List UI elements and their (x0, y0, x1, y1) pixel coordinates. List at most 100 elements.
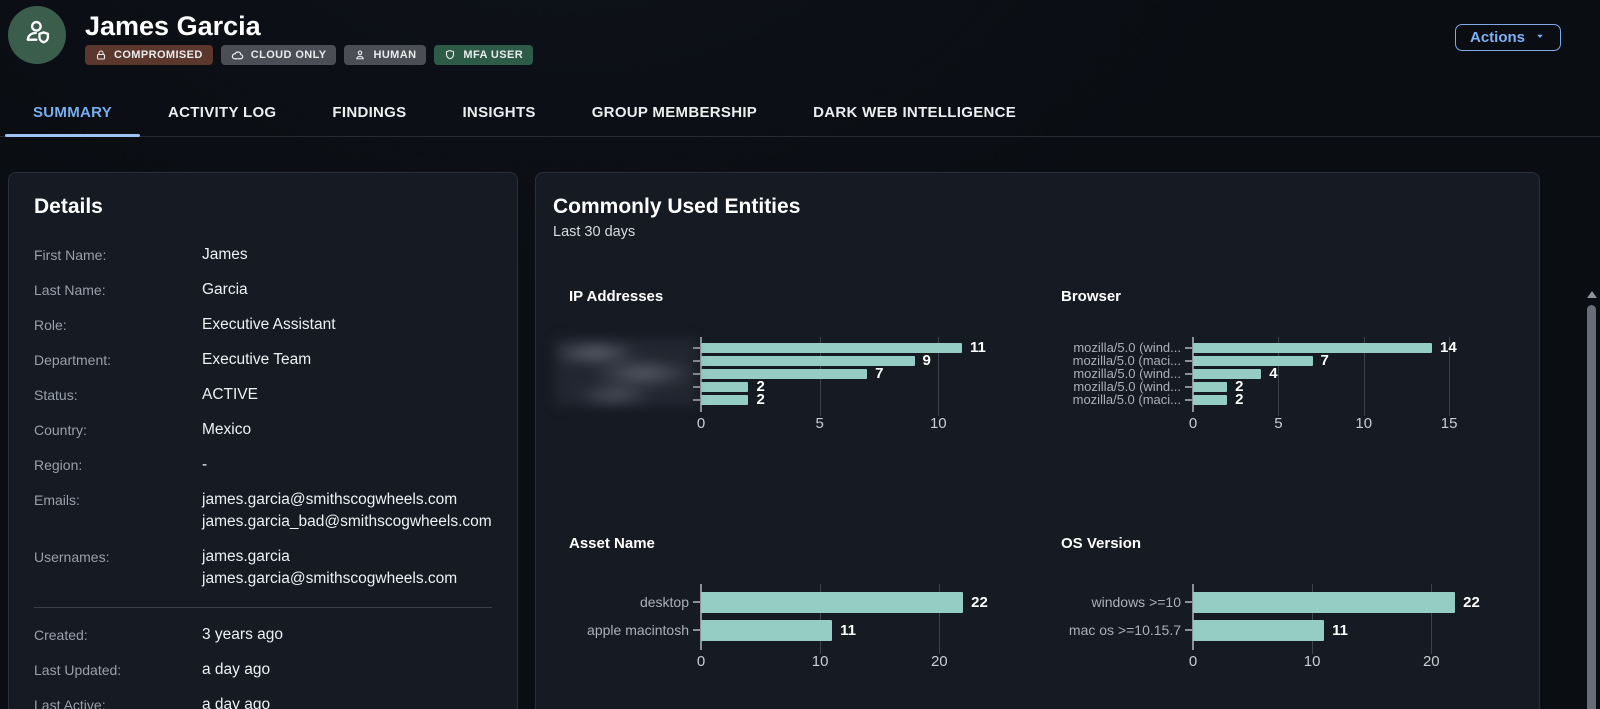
tab-dark-web-intelligence[interactable]: DARK WEB INTELLIGENCE (785, 88, 1044, 136)
details-divider (34, 607, 492, 608)
detail-label: Created: (34, 624, 202, 646)
detail-label: Last Active: (34, 694, 202, 709)
bar-row: mac os >=10.15.7 11 (1045, 616, 1515, 644)
details-panel: Details First Name:JamesLast Name:Garcia… (8, 172, 518, 709)
x-tick-label: 20 (1423, 653, 1440, 670)
category-label: apple macintosh (553, 622, 689, 638)
detail-row-usernames: Usernames:james.garciajames.garcia@smith… (34, 546, 492, 590)
detail-value: James (202, 244, 248, 266)
details-field-list: First Name:JamesLast Name:GarciaRole:Exe… (34, 244, 492, 590)
chart-plot-area: windows >=1022mac os >=10.15.71101020 (1045, 588, 1515, 673)
chart-asset-name: Asset Namedesktop22apple macintosh110102… (553, 535, 1019, 673)
tab-group-membership[interactable]: GROUP MEMBERSHIP (564, 88, 785, 136)
charts-grid: IP Addresses1197220510Browsermozilla/5.0… (553, 288, 1539, 673)
detail-value: Executive Assistant (202, 314, 336, 336)
actions-button[interactable]: Actions (1455, 24, 1561, 51)
chart-plot-area: 1197220510 (553, 341, 1019, 435)
tab-insights[interactable]: INSIGHTS (434, 88, 563, 136)
detail-value: Mexico (202, 419, 251, 441)
scrollbar-up-arrow-icon[interactable] (1587, 291, 1597, 298)
entities-title: Commonly Used Entities (553, 195, 1539, 219)
scrollbar-thumb[interactable] (1587, 305, 1596, 709)
chart-title: IP Addresses (553, 288, 1019, 305)
detail-label: Usernames: (34, 546, 202, 590)
detail-value: - (202, 454, 207, 476)
x-tick-label: 10 (1355, 415, 1372, 432)
chart-plot-area: desktop22apple macintosh1101020 (553, 588, 1019, 673)
detail-row-role: Role:Executive Assistant (34, 314, 492, 336)
cloud-icon (231, 49, 244, 62)
detail-label: Region: (34, 454, 202, 476)
detail-row-country: Country:Mexico (34, 419, 492, 441)
bar (701, 343, 962, 353)
tab-findings[interactable]: FINDINGS (304, 88, 434, 136)
detail-label: First Name: (34, 244, 202, 266)
detail-label: Emails: (34, 489, 202, 533)
category-label: desktop (553, 594, 689, 610)
shield-icon (444, 49, 456, 61)
detail-row-created: Created:3 years ago (34, 624, 492, 646)
badge-label: COMPROMISED (114, 49, 203, 61)
detail-row-last-name: Last Name:Garcia (34, 279, 492, 301)
x-axis-tick-labels: 0 5 10 (553, 413, 1019, 435)
badge-label: CLOUD ONLY (251, 49, 327, 61)
x-tick-label: 20 (931, 653, 948, 670)
actions-button-label: Actions (1470, 29, 1525, 46)
bar (1193, 620, 1324, 641)
bar (1193, 592, 1455, 613)
detail-label: Country: (34, 419, 202, 441)
avatar (8, 6, 66, 64)
category-label: mac os >=10.15.7 (1045, 622, 1181, 638)
badge-cloud-only: CLOUD ONLY (221, 45, 337, 65)
detail-row-first-name: First Name:James (34, 244, 492, 266)
chart-ip-addresses: IP Addresses1197220510 (553, 288, 1019, 435)
lock-icon (95, 49, 107, 61)
detail-row-emails: Emails:james.garcia@smithscogwheels.comj… (34, 489, 492, 533)
category-label: windows >=10 (1045, 594, 1181, 610)
x-tick-label: 0 (697, 415, 705, 432)
chart-title: OS Version (1045, 535, 1515, 552)
badge-label: MFA USER (463, 49, 523, 61)
tab-activity-log[interactable]: ACTIVITY LOG (140, 88, 304, 136)
detail-value: 3 years ago (202, 624, 283, 646)
chart-title: Browser (1045, 288, 1515, 305)
bar (701, 382, 748, 392)
badge-compromised: COMPROMISED (85, 45, 213, 65)
detail-row-status: Status:ACTIVE (34, 384, 492, 406)
bar (701, 395, 748, 405)
details-footer-list: Created:3 years ago Last Updated:a day ag… (34, 624, 492, 709)
detail-label: Last Name: (34, 279, 202, 301)
person-icon (354, 49, 366, 61)
bar-row: mozilla/5.0 (maci...2 (1045, 393, 1515, 406)
bar (701, 356, 915, 366)
page-title: James Garcia (85, 11, 261, 42)
user-shield-icon (20, 16, 54, 55)
category-label: mozilla/5.0 (maci... (1045, 392, 1181, 407)
detail-label: Status: (34, 384, 202, 406)
x-tick-label: 10 (930, 415, 947, 432)
bar-row: apple macintosh11 (553, 616, 1019, 644)
x-axis-tick-labels: 01020 (553, 651, 1019, 673)
x-tick-label: 10 (1304, 653, 1321, 670)
details-title: Details (34, 195, 492, 219)
detail-row-region: Region:- (34, 454, 492, 476)
detail-value: a day ago (202, 659, 270, 681)
x-axis-tick-labels: 0 10 20 (1045, 651, 1515, 673)
bar-value-label: 22 (971, 594, 988, 611)
chart-browser: Browser mozilla/5.0 (wind...14mozilla/5.0… (1045, 288, 1515, 435)
x-tick-label: 0 (697, 653, 705, 670)
tab-summary[interactable]: SUMMARY (5, 88, 140, 136)
detail-value: a day ago (202, 694, 270, 709)
bar (1193, 343, 1432, 353)
vertical-scrollbar[interactable] (1585, 277, 1599, 709)
bar (701, 369, 867, 379)
x-tick-label: 0 (1189, 653, 1197, 670)
x-tick-label: 5 (815, 415, 823, 432)
bar-value-label: 11 (1332, 622, 1348, 639)
badge-label: HUMAN (373, 49, 416, 61)
x-tick-label: 15 (1441, 415, 1458, 432)
detail-value: Garcia (202, 279, 248, 301)
redacted-category-labels (555, 338, 697, 406)
chart-plot-area: mozilla/5.0 (wind...14mozilla/5.0 (maci.… (1045, 341, 1515, 435)
detail-row-last-updated: Last Updated:a day ago (34, 659, 492, 681)
